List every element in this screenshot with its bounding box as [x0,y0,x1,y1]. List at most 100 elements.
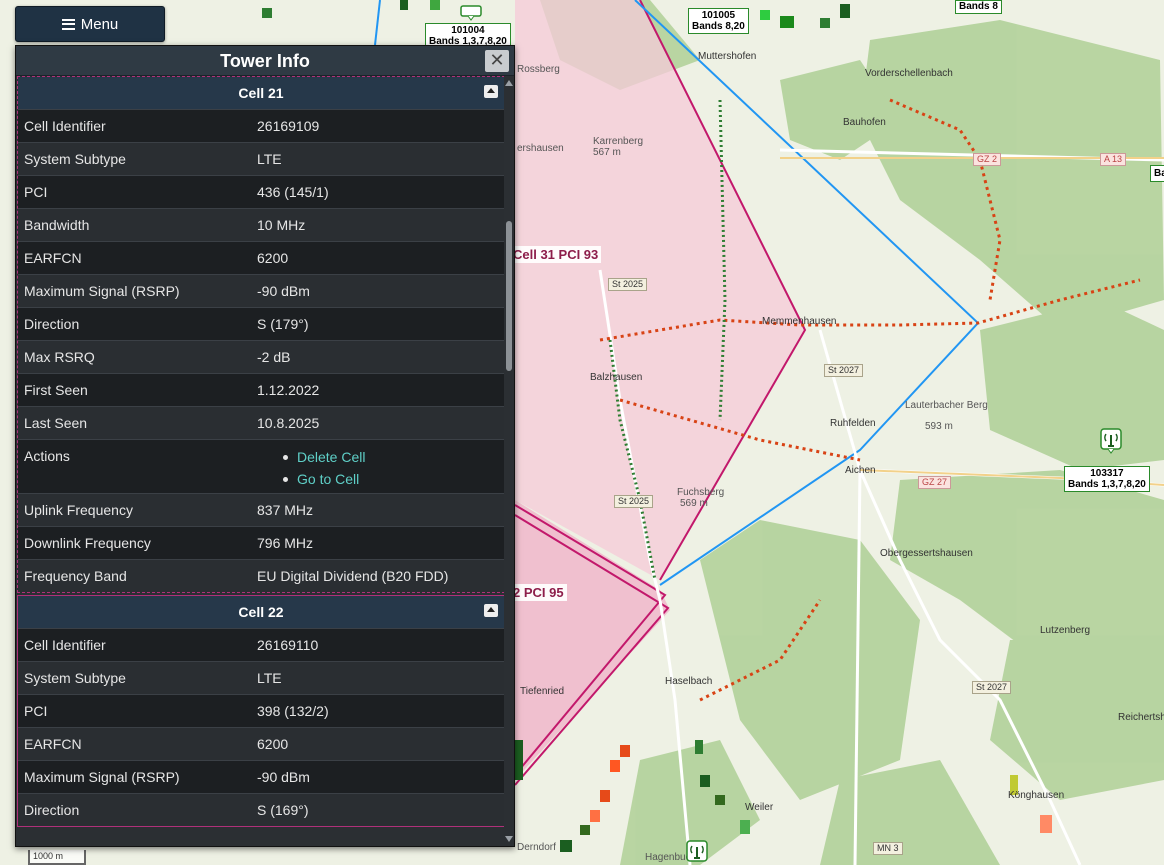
cell-header[interactable]: Cell 22 [18,596,504,628]
tower-bands: Bands 8 [959,1,998,12]
cell-pci-tag[interactable]: 2 PCI 95 [510,584,567,601]
place-label: Fuchsberg [677,487,725,498]
cell-pci-tag[interactable]: Cell 31 PCI 93 [510,246,602,263]
info-row: Bandwidth 10 MHz [18,208,504,241]
info-row: PCI 436 (145/1) [18,175,504,208]
row-value: EU Digital Dividend (B20 FDD) [257,568,449,584]
cell-section: Cell 22 Cell Identifier 26169110 System S… [17,595,505,827]
road-shield: St 2025 [614,495,654,508]
collapse-icon[interactable] [484,85,498,98]
actions-row: Actions Delete Cell Go to Cell [18,439,504,493]
row-label: Downlink Frequency [24,535,151,551]
cell-header[interactable]: Cell 21 [18,77,504,109]
row-value: 837 MHz [257,502,314,518]
cell-rows: Cell Identifier 26169109 System Subtype LT… [18,109,504,592]
place-label: ershausen [517,143,564,154]
info-row: EARFCN 6200 [18,727,504,760]
place-label: Haselbach [665,676,713,687]
row-label: System Subtype [24,670,126,686]
row-value: 10.8.2025 [257,415,320,431]
row-label: First Seen [24,382,88,398]
tower-label[interactable]: 103317 Bands 1,3,7,8,20 [1064,466,1150,492]
place-label: Rossberg [517,64,560,75]
info-row: Cell Identifier 26169109 [18,109,504,142]
cell-tower-icon[interactable] [460,0,482,26]
info-row: System Subtype LTE [18,142,504,175]
info-row: Frequency Band EU Digital Dividend (B20 F… [18,559,504,592]
row-label: Direction [24,316,80,332]
info-row: Uplink Frequency 837 MHz [18,493,504,526]
info-row: Cell Identifier 26169110 [18,628,504,661]
menu-label: Menu [80,15,119,33]
place-label: Obergessertshausen [880,548,973,559]
row-value: 26169109 [257,118,320,134]
place-label: Könghausen [1008,790,1065,801]
place-label: Lutzenberg [1040,625,1091,636]
place-label: Balzhausen [590,372,643,383]
place-label: Vorderschellenbach [865,68,953,79]
row-value: -90 dBm [257,769,310,785]
cell-tower-icon[interactable] [686,840,708,865]
row-label: Cell Identifier [24,118,106,134]
place-label: Aichen [845,465,876,476]
scroll-thumb[interactable] [506,221,512,371]
place-label: Ruhfelden [830,418,876,429]
place-label: Muttershofen [698,51,757,62]
cell-section: Cell 21 Cell Identifier 26169109 System S… [17,76,505,593]
road-shield: St 2025 [608,278,648,291]
tower-label[interactable]: Bands 8 [955,0,1002,14]
row-label: Last Seen [24,415,88,431]
row-value: 10 MHz [257,217,306,233]
place-label: Memmenhausen [762,316,837,327]
info-row: Direction S (169°) [18,793,504,826]
tower-info-panel: Tower Info ✕ Cell 21 Cell Identifier 2616… [15,45,515,847]
info-row: First Seen 1.12.2022 [18,373,504,406]
row-value: 6200 [257,736,289,752]
scroll-down-icon[interactable] [505,836,513,842]
row-label: Bandwidth [24,217,90,233]
info-row: EARFCN 6200 [18,241,504,274]
close-button[interactable]: ✕ [485,50,509,72]
place-label: Bauhofen [843,117,886,128]
tower-id: 101004 [451,25,485,36]
row-value: 796 MHz [257,535,314,551]
tower-label-partial[interactable]: Ba [1150,165,1164,182]
row-value: 398 (132/2) [257,703,329,719]
cell-rows: Cell Identifier 26169110 System Subtype LT… [18,628,504,826]
row-label: Max RSRQ [24,349,95,365]
place-label: Karrenberg [593,136,644,147]
menu-button[interactable]: Menu [15,6,165,42]
place-label: 567 m [593,147,621,158]
place-label: 593 m [925,421,953,432]
tower-bands: Bands 8,20 [692,21,745,32]
collapse-icon[interactable] [484,604,498,617]
row-value: 26169110 [257,637,319,653]
row-label: PCI [24,703,48,719]
row-value: LTE [257,151,282,167]
panel-title: Tower Info [220,51,310,71]
panel-scrollbar[interactable] [504,76,514,846]
scroll-up-icon[interactable] [505,80,513,86]
row-label: Direction [24,802,80,818]
row-label: Frequency Band [24,568,127,584]
road-shield: GZ 2 [973,153,1002,166]
tower-label[interactable]: 101005 Bands 8,20 [688,8,749,34]
row-value: -90 dBm [257,283,310,299]
row-label: EARFCN [24,250,82,266]
row-value: 1.12.2022 [257,382,320,398]
delete-cell-link[interactable]: Delete Cell [283,446,504,468]
place-label: 569 m [680,498,708,509]
info-row: Downlink Frequency 796 MHz [18,526,504,559]
row-value: LTE [257,670,282,686]
map-scale: 1000 m [28,850,86,865]
row-value: S (179°) [257,316,309,332]
cell-tower-icon[interactable] [1100,428,1122,454]
panel-body[interactable]: Cell 21 Cell Identifier 26169109 System S… [16,76,506,846]
row-label: Cell Identifier [24,637,106,653]
go-to-cell-link[interactable]: Go to Cell [283,468,504,490]
place-label: Weiler [745,802,774,813]
row-value: S (169°) [257,802,309,818]
row-label: Maximum Signal (RSRP) [24,769,180,785]
panel-header: Tower Info ✕ [16,46,514,76]
hamburger-icon [61,18,75,30]
